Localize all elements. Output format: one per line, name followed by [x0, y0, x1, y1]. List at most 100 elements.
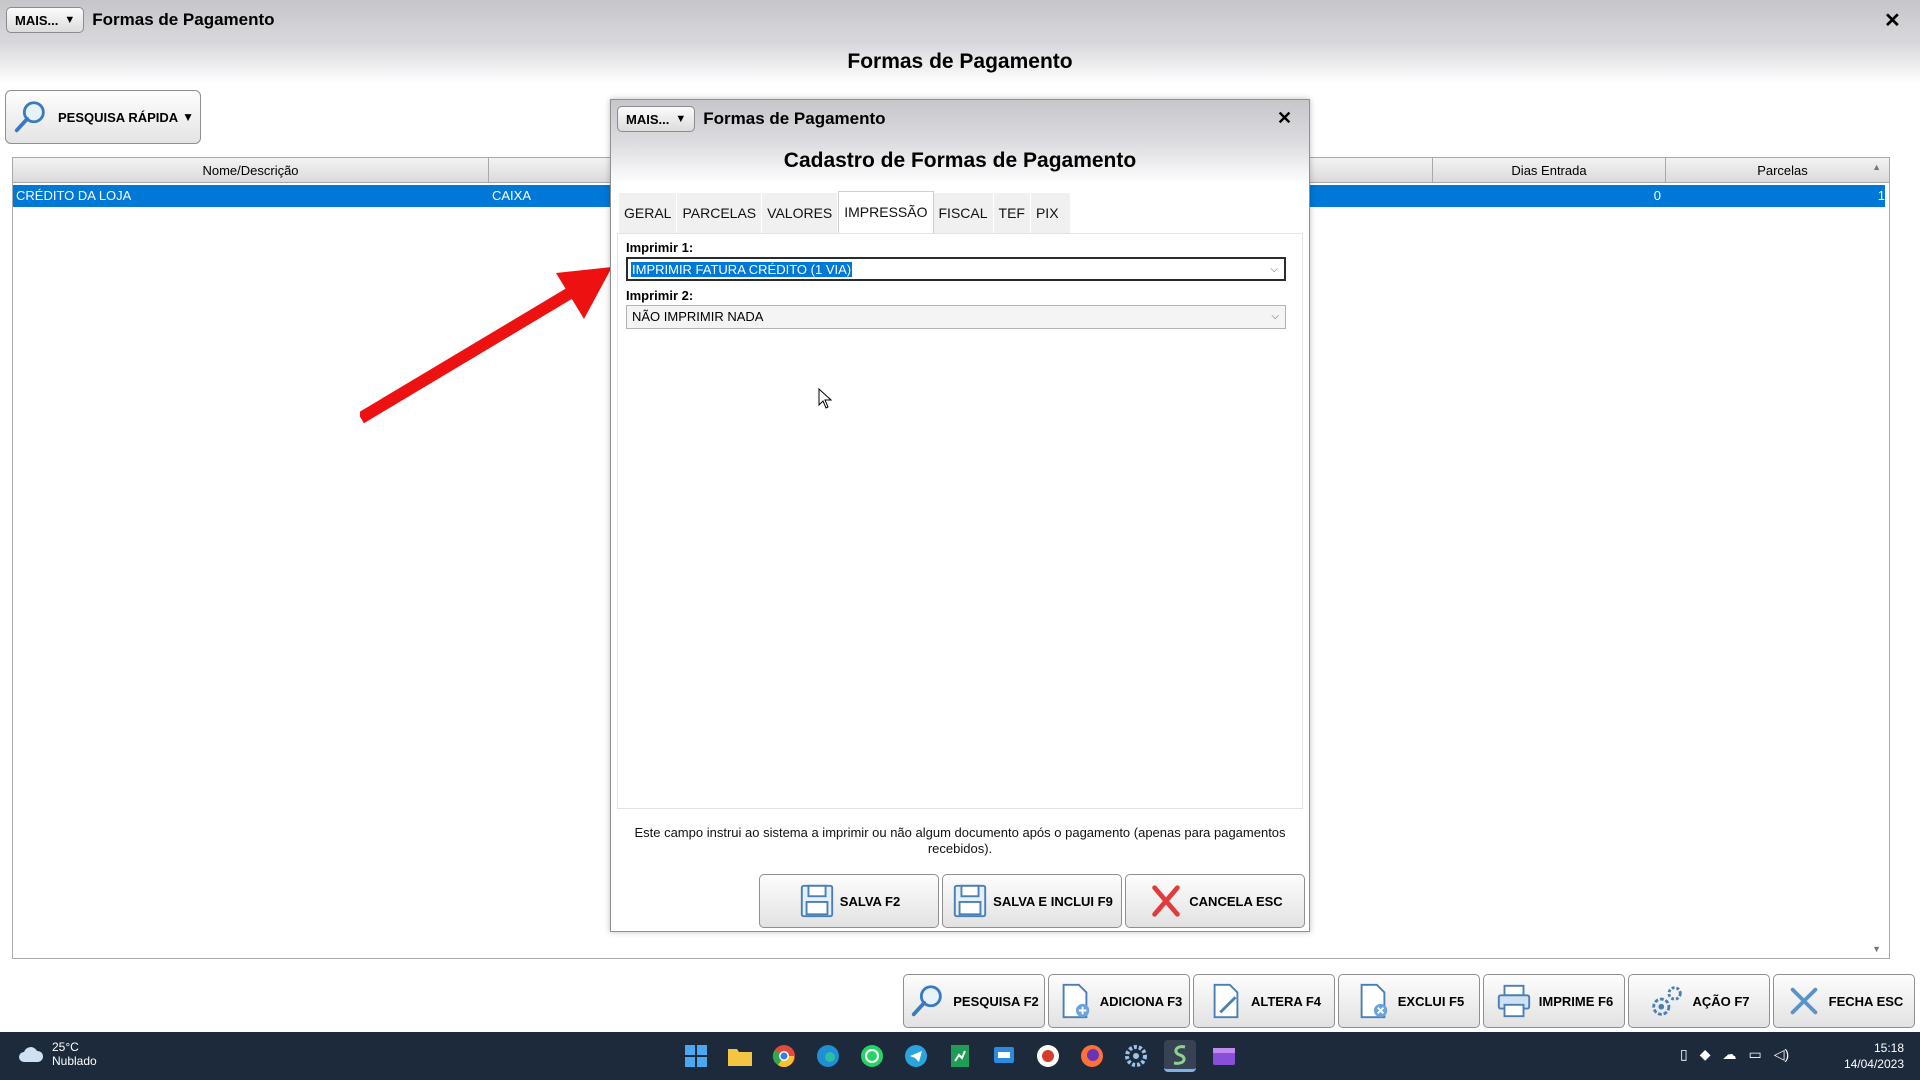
- telegram-icon[interactable]: [900, 1040, 932, 1072]
- start-icon[interactable]: [680, 1040, 712, 1072]
- adiciona-button[interactable]: ADICIONA F3: [1048, 974, 1190, 1028]
- tab-valores[interactable]: VALORES: [762, 193, 839, 233]
- column-header-dias-entrada[interactable]: Dias Entrada: [1433, 158, 1666, 183]
- time: 15:18: [1873, 1041, 1904, 1055]
- mais-label: MAIS...: [626, 111, 670, 127]
- browser-icon[interactable]: [1032, 1040, 1064, 1072]
- cloud-icon: [19, 1047, 44, 1062]
- altera-label: ALTERA F4: [1250, 993, 1322, 1009]
- tab-tef[interactable]: TEF: [993, 193, 1031, 233]
- temperature: 25°C: [52, 1040, 79, 1054]
- imprimir2-value: NÃO IMPRIMIR NADA: [632, 309, 764, 324]
- dialog-titlebar: MAIS... ▼ Formas de Pagamento ✕: [611, 100, 1309, 138]
- firefox-icon[interactable]: [1076, 1040, 1108, 1072]
- taskbar-apps: [680, 1040, 1240, 1072]
- security-icon[interactable]: ◆: [1700, 1046, 1711, 1063]
- exclui-button[interactable]: EXCLUI F5: [1338, 974, 1480, 1028]
- cloud-sync-icon[interactable]: ☁: [1723, 1046, 1737, 1063]
- erp-app-icon[interactable]: [1164, 1040, 1196, 1072]
- field-hint: Este campo instrui ao sistema a imprimir…: [634, 825, 1286, 856]
- window-title: Formas de Pagamento: [92, 10, 275, 29]
- imprimir1-value: IMPRIMIR FATURA CRÉDITO (1 VIA): [631, 262, 853, 277]
- close-icon[interactable]: ✕: [1884, 8, 1901, 33]
- cancel-button[interactable]: CANCELA ESC: [1125, 874, 1305, 928]
- weather-widget[interactable]: 25°C Nublado: [18, 1040, 97, 1068]
- adiciona-label: ADICIONA F3: [1099, 993, 1183, 1009]
- scroll-up-icon[interactable]: ▲: [1872, 162, 1881, 172]
- dropdown-arrow-icon[interactable]: ▼: [182, 110, 194, 124]
- save-button[interactable]: SALVA F2: [759, 874, 939, 928]
- dropdown-arrow-icon: ▼: [64, 14, 76, 26]
- tab-impressao[interactable]: IMPRESSÃO: [838, 191, 934, 233]
- main-titlebar: MAIS... ▼ Formas de Pagamento ✕: [0, 0, 1920, 40]
- remote-icon[interactable]: [988, 1040, 1020, 1072]
- page-title: Formas de Pagamento: [847, 50, 1073, 73]
- fecha-label: FECHA ESC: [1828, 993, 1904, 1009]
- cell-tipo: CAIXA: [492, 188, 532, 203]
- imprimir2-select[interactable]: NÃO IMPRIMIR NADA ⌵: [626, 305, 1286, 329]
- fecha-button[interactable]: FECHA ESC: [1773, 974, 1915, 1028]
- save-and-add-button[interactable]: SALVA E INCLUI F9: [942, 874, 1122, 928]
- gears-icon: [1652, 986, 1683, 1016]
- chevron-down-icon[interactable]: ⌵: [1270, 259, 1278, 281]
- network-icon[interactable]: ▭: [1749, 1046, 1762, 1063]
- edge-icon[interactable]: [812, 1040, 844, 1072]
- column-header-nome[interactable]: Nome/Descrição: [13, 158, 489, 183]
- acao-button[interactable]: AÇÃO F7: [1628, 974, 1770, 1028]
- main-mais-menu-button[interactable]: MAIS... ▼: [6, 7, 85, 33]
- tab-bar: GERAL PARCELAS VALORES IMPRESSÃO FISCAL …: [619, 191, 1071, 233]
- whatsapp-icon[interactable]: [856, 1040, 888, 1072]
- taskbar: 25°C Nublado ▯ ◆ ☁ ▭ ◁) 15:18 14/04/2023: [0, 1032, 1920, 1080]
- altera-button[interactable]: ALTERA F4: [1193, 974, 1335, 1028]
- close-icon[interactable]: ✕: [1277, 108, 1292, 129]
- imprime-button[interactable]: IMPRIME F6: [1483, 974, 1625, 1028]
- pesquisa-button[interactable]: PESQUISA F2: [903, 974, 1045, 1028]
- imprimir1-select[interactable]: IMPRIMIR FATURA CRÉDITO (1 VIA) ⌵: [626, 257, 1286, 281]
- floppy-disk-icon: [954, 884, 987, 918]
- imprimir2-label: Imprimir 2:: [626, 288, 694, 303]
- dialog-title: Formas de Pagamento: [703, 109, 886, 128]
- settings-icon[interactable]: [1120, 1040, 1152, 1072]
- cell-nome: CRÉDITO DA LOJA: [16, 188, 132, 203]
- floppy-disk-icon: [800, 884, 833, 918]
- clock[interactable]: 15:18 14/04/2023: [1844, 1040, 1904, 1072]
- chevron-down-icon[interactable]: ⌵: [1271, 306, 1279, 328]
- impressao-panel: Imprimir 1: IMPRIMIR FATURA CRÉDITO (1 V…: [617, 233, 1303, 809]
- save-label: SALVA F2: [839, 893, 901, 909]
- chrome-icon[interactable]: [768, 1040, 800, 1072]
- column-header-5[interactable]: [1311, 158, 1433, 183]
- search-icon: [912, 985, 943, 1017]
- page-header: Formas de Pagamento: [0, 40, 1920, 84]
- search-icon: [14, 101, 45, 133]
- tab-parcelas[interactable]: PARCELAS: [677, 193, 763, 233]
- add-document-icon: [1062, 983, 1089, 1019]
- annotation-arrow-icon: [360, 267, 612, 424]
- video-app-icon[interactable]: [1208, 1040, 1240, 1072]
- spreadsheet-icon[interactable]: [944, 1040, 976, 1072]
- dialog-mais-menu-button[interactable]: MAIS... ▼: [617, 106, 696, 132]
- file-explorer-icon[interactable]: [724, 1040, 756, 1072]
- printer-icon: [1497, 984, 1530, 1018]
- mais-label: MAIS...: [15, 12, 59, 28]
- usb-icon[interactable]: ▯: [1680, 1046, 1688, 1063]
- pesquisa-label: PESQUISA F2: [953, 993, 1039, 1009]
- edit-document-icon: [1213, 983, 1239, 1019]
- acao-label: AÇÃO F7: [1692, 993, 1750, 1009]
- close-icon: [1790, 987, 1817, 1015]
- weather-condition: Nublado: [52, 1054, 97, 1068]
- column-header-2[interactable]: [489, 158, 614, 183]
- cell-dias-entrada: 0: [1653, 188, 1661, 203]
- payment-method-dialog: MAIS... ▼ Formas de Pagamento ✕ Cadastro…: [610, 99, 1310, 932]
- imprimir1-label: Imprimir 1:: [626, 240, 694, 255]
- volume-icon[interactable]: ◁): [1774, 1046, 1789, 1063]
- save-and-add-label: SALVA E INCLUI F9: [993, 893, 1113, 909]
- tab-fiscal[interactable]: FISCAL: [933, 193, 994, 233]
- tab-geral[interactable]: GERAL: [619, 193, 678, 233]
- cell-parcelas: 1: [1877, 188, 1885, 203]
- column-header-parcelas[interactable]: Parcelas: [1666, 158, 1899, 183]
- quick-search-button[interactable]: PESQUISA RÁPIDA ▼: [5, 90, 201, 144]
- tab-pix[interactable]: PIX: [1030, 193, 1071, 233]
- red-x-icon: [1152, 885, 1181, 917]
- dialog-header: Cadastro de Formas de Pagamento: [611, 138, 1309, 184]
- scroll-down-icon[interactable]: ▼: [1872, 944, 1881, 954]
